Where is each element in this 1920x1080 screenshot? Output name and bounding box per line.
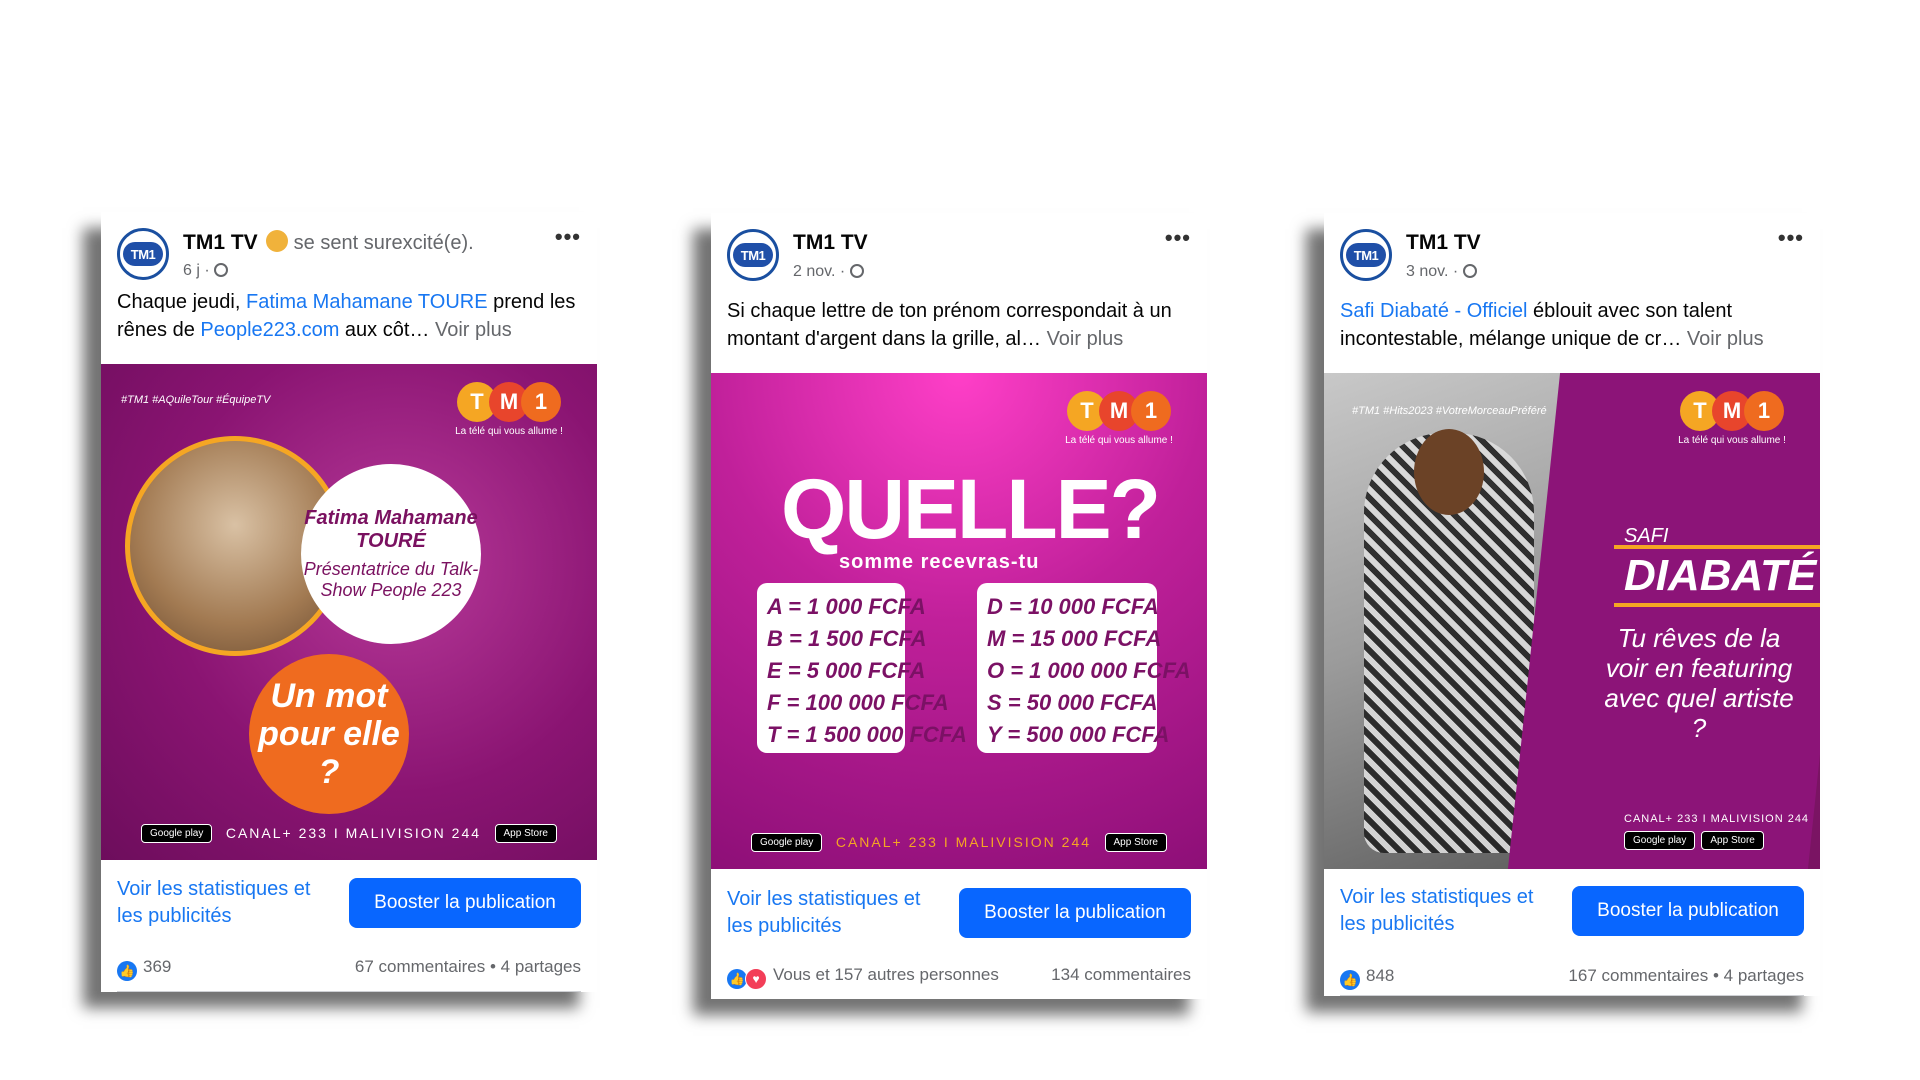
post-footer: 👍 ♥ Vous et 157 autres personnes 134 comme… xyxy=(727,965,1191,995)
boost-button[interactable]: Booster la publication xyxy=(959,888,1191,938)
post-text: Si chaque lettre de ton prénom correspon… xyxy=(727,300,1172,350)
post-card-3: TM1 TM1 TV 3 nov. · ••• Safi Diabaté - O… xyxy=(1324,213,1820,996)
page-avatar[interactable]: TM1 xyxy=(117,228,169,280)
artist-last-name: DIABATÉ xyxy=(1614,545,1820,607)
reactions-count[interactable]: 👍 369 xyxy=(117,957,171,981)
post-meta: 3 nov. · xyxy=(1406,263,1477,281)
post-image[interactable]: #TM1 #Hits2023 #VotreMorceauPréféré TM1 … xyxy=(1324,373,1820,869)
stats-link[interactable]: Voir les statistiques et les publicités xyxy=(1340,884,1560,938)
post-footer: 👍 369 67 commentaires • 4 partages xyxy=(117,957,581,987)
see-more-link[interactable]: Voir plus xyxy=(1687,328,1764,350)
comments-shares[interactable]: 67 commentaires • 4 partages xyxy=(355,957,581,977)
store-badges: Google play App Store xyxy=(1624,831,1764,850)
post-image[interactable]: #TM1 #AQuileTour #ÉquipeTV TM1 La télé q… xyxy=(101,364,597,860)
app-store-badge: App Store xyxy=(494,823,557,843)
promo-footer: Google play CANAL+ 233 I MALIVISION 244 … xyxy=(141,820,557,846)
see-more-link[interactable]: Voir plus xyxy=(435,319,512,341)
tm1-logo: TM1 La télé qui vous allume ! xyxy=(449,382,569,437)
subheadline: somme recevras-tu xyxy=(839,551,1040,573)
post-text: Safi Diabaté - Officiel éblouit avec son… xyxy=(1340,300,1764,350)
page-name[interactable]: TM1 TV xyxy=(1406,231,1481,255)
page-name[interactable]: TM1 TV se sent surexcité(e). xyxy=(183,230,474,255)
google-play-badge: Google play xyxy=(751,832,823,852)
stats-link[interactable]: Voir les statistiques et les publicités xyxy=(117,876,337,930)
stats-link[interactable]: Voir les statistiques et les publicités xyxy=(727,886,947,940)
like-icon: 👍 xyxy=(727,969,747,989)
post-header: TM1 TM1 TV 2 nov. · ••• xyxy=(727,225,1191,299)
amount-grid-right: D = 10 000 FCFA M = 15 000 FCFA O = 1 00… xyxy=(977,583,1191,753)
google-play-badge: Google play xyxy=(141,823,213,843)
amount-grid-left: A = 1 000 FCFA B = 1 500 FCFA E = 5 000 … xyxy=(757,583,967,753)
callout-circle: Un mot pour elle ? xyxy=(249,654,409,814)
app-store-badge: App Store xyxy=(1104,832,1167,852)
headline: QUELLE? xyxy=(781,462,1161,556)
post-card-1: TM1 TM1 TV se sent surexcité(e). 6 j · ••… xyxy=(101,212,597,992)
post-footer: 👍 848 167 commentaires • 4 partages xyxy=(1340,966,1804,996)
divider xyxy=(117,991,581,992)
comments-shares[interactable]: 167 commentaires • 4 partages xyxy=(1568,966,1804,986)
globe-icon xyxy=(849,264,864,278)
post-text: Chaque jeudi, Fatima Mahamane TOURE pren… xyxy=(117,291,576,341)
like-icon: 👍 xyxy=(117,961,137,981)
tm1-logo: TM1 La télé qui vous allume ! xyxy=(1672,391,1792,446)
more-options-icon[interactable]: ••• xyxy=(1165,225,1191,251)
post-meta: 6 j · xyxy=(183,262,229,280)
post-image[interactable]: TM1 La télé qui vous allume ! QUELLE? so… xyxy=(711,373,1207,869)
page-avatar[interactable]: TM1 xyxy=(727,229,779,281)
reactions-count[interactable]: 👍 848 xyxy=(1340,966,1394,990)
excited-emoji-icon xyxy=(265,230,288,252)
promo-footer: Google play CANAL+ 233 I MALIVISION 244 … xyxy=(751,829,1167,855)
like-icon: 👍 xyxy=(1340,970,1360,990)
promo-question: Tu rêves de la voir en featuring avec qu… xyxy=(1604,623,1794,743)
boost-button[interactable]: Booster la publication xyxy=(349,878,581,928)
post-actions: Voir les statistiques et les publicités … xyxy=(117,876,581,932)
globe-icon xyxy=(1462,264,1477,278)
post-header: TM1 TM1 TV 3 nov. · ••• xyxy=(1340,225,1804,299)
see-more-link[interactable]: Voir plus xyxy=(1047,328,1124,350)
app-store-badge: App Store xyxy=(1701,831,1764,850)
globe-icon xyxy=(214,263,229,277)
promo-band xyxy=(1507,373,1820,869)
tm1-logo: TM1 La télé qui vous allume ! xyxy=(1059,391,1179,446)
post-meta: 2 nov. · xyxy=(793,263,864,281)
love-icon: ♥ xyxy=(745,968,767,990)
comments-count[interactable]: 134 commentaires xyxy=(1051,965,1191,985)
reactions-count[interactable]: 👍 ♥ Vous et 157 autres personnes xyxy=(727,965,999,990)
more-options-icon[interactable]: ••• xyxy=(1778,225,1804,251)
page-name[interactable]: TM1 TV xyxy=(793,231,868,255)
page-avatar[interactable]: TM1 xyxy=(1340,229,1392,281)
boost-button[interactable]: Booster la publication xyxy=(1572,886,1804,936)
google-play-badge: Google play xyxy=(1624,831,1696,850)
post-actions: Voir les statistiques et les publicités … xyxy=(727,886,1191,942)
presenter-name-circle: Fatima Mahamane TOURÉ Présentatrice du T… xyxy=(301,464,481,644)
more-options-icon[interactable]: ••• xyxy=(555,224,581,250)
divider xyxy=(1340,995,1804,996)
post-actions: Voir les statistiques et les publicités … xyxy=(1340,884,1804,940)
post-card-2: TM1 TM1 TV 2 nov. · ••• Si chaque lettre… xyxy=(711,213,1207,999)
